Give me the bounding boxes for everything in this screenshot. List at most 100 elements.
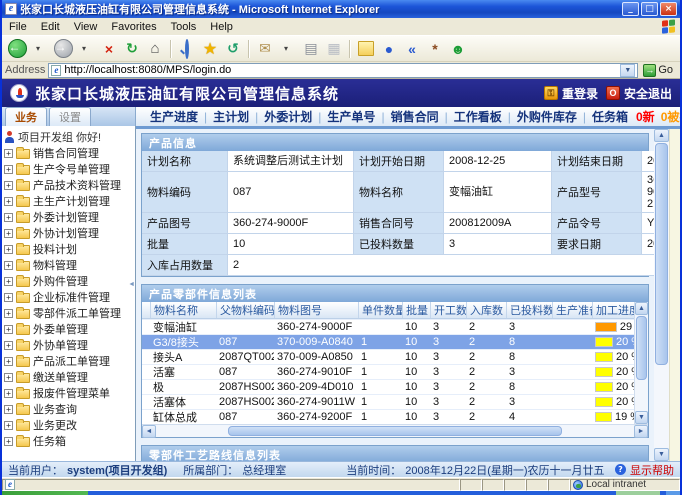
table-row[interactable]: 变幅油缸360-274-9000F1032329 %	[142, 319, 634, 334]
mail-icon[interactable]: ✉	[254, 39, 276, 59]
menu-help[interactable]: Help	[203, 21, 240, 33]
mail-dropdown-icon[interactable]: ▾	[277, 39, 299, 59]
edit-icon[interactable]: ▦	[323, 39, 345, 59]
home-icon[interactable]: ⌂	[144, 39, 166, 59]
scroll-down-icon[interactable]: ▼	[635, 411, 648, 424]
sidebar-item[interactable]: +任务箱	[2, 433, 135, 449]
nav-item-7[interactable]: 外购件库存	[517, 108, 577, 125]
sidebar-item[interactable]: +外委计划管理	[2, 209, 135, 225]
scroll-up-icon[interactable]: ▲	[635, 302, 648, 315]
sidebar-item[interactable]: +投料计划	[2, 241, 135, 257]
sidebar-item[interactable]: +业务更改	[2, 417, 135, 433]
table-row[interactable]: 活塞体2087HS002360-274-9011W11032320 %	[142, 394, 634, 409]
taskbar-item[interactable]	[616, 491, 660, 495]
menu-edit[interactable]: Edit	[34, 21, 67, 33]
sidebar-item[interactable]: +外协单管理	[2, 337, 135, 353]
column-header[interactable]: 批量	[402, 302, 430, 318]
history-icon[interactable]: ↺	[222, 39, 244, 59]
expand-icon[interactable]: +	[4, 389, 13, 398]
logout-button[interactable]: O 安全退出	[606, 85, 672, 102]
sidebar-item[interactable]: +生产令号单管理	[2, 161, 135, 177]
close-button[interactable]: ×	[660, 2, 677, 16]
column-header[interactable]: 已投料数	[506, 302, 552, 318]
sidebar-item[interactable]: +主生产计划管理	[2, 193, 135, 209]
nav-item-1[interactable]: 生产进度	[150, 108, 198, 125]
table-row[interactable]: 接头A2087QT002370-009-A085011032820 %	[142, 349, 634, 364]
scroll-right-icon[interactable]: ►	[634, 425, 648, 438]
sidebar-item[interactable]: +产品派工单管理	[2, 353, 135, 369]
sidebar-item[interactable]: +业务查询	[2, 401, 135, 417]
column-header[interactable]: 开工数	[430, 302, 466, 318]
scroll-up-icon[interactable]: ▲	[654, 129, 669, 142]
sidebar-item[interactable]: +外委单管理	[2, 321, 135, 337]
column-header[interactable]: 生产准备	[552, 302, 592, 318]
column-header[interactable]: 入库数	[466, 302, 506, 318]
address-dropdown-icon[interactable]: ▼	[620, 64, 635, 77]
expand-icon[interactable]: +	[4, 405, 13, 414]
back-dropdown-icon[interactable]: ▾	[29, 39, 51, 59]
nav-item-8[interactable]: 任务箱	[592, 108, 628, 125]
table-row[interactable]: 活塞087360-274-9010F11032320 %	[142, 364, 634, 379]
scroll-thumb[interactable]	[655, 143, 668, 365]
scroll-left-icon[interactable]: ◄	[142, 425, 156, 438]
table-row[interactable]: 极2087HS002360-209-4D01011032820 %	[142, 379, 634, 394]
scroll-thumb[interactable]	[228, 426, 563, 436]
expand-icon[interactable]: +	[4, 181, 13, 190]
taskbox-rejected-badge[interactable]: 0被拒绝	[661, 108, 680, 125]
table-row[interactable]: 缸体总成087360-274-9200F11032419 %	[142, 409, 634, 424]
sidebar-item[interactable]: +产品技术资料管理	[2, 177, 135, 193]
windows-taskbar[interactable]	[2, 491, 680, 495]
research-icon[interactable]: *	[424, 39, 446, 59]
expand-icon[interactable]: +	[4, 373, 13, 382]
parts-vertical-scrollbar[interactable]: ▲ ▼	[634, 302, 648, 424]
menu-view[interactable]: View	[67, 21, 105, 33]
expand-icon[interactable]: +	[4, 277, 13, 286]
taskbox-new-badge[interactable]: 0新	[636, 108, 655, 125]
expand-icon[interactable]: +	[4, 245, 13, 254]
column-header[interactable]: 单件数量	[358, 302, 402, 318]
start-button[interactable]	[2, 491, 88, 495]
column-header[interactable]: 父物料编码	[216, 302, 274, 318]
back-icon[interactable]: ←	[6, 39, 28, 59]
go-button[interactable]: → Go	[641, 62, 677, 78]
menu-tools[interactable]: Tools	[164, 21, 204, 33]
notes-icon[interactable]	[355, 39, 377, 59]
stop-icon[interactable]: ×	[98, 39, 120, 59]
expand-icon[interactable]: +	[4, 261, 13, 270]
forward-dropdown-icon[interactable]: ▾	[75, 39, 97, 59]
table-row[interactable]: G3/8接头087370-009-A084011032820 %	[142, 334, 634, 349]
scroll-down-icon[interactable]: ▼	[654, 448, 669, 461]
search-icon[interactable]	[176, 39, 198, 59]
expand-icon[interactable]: +	[4, 437, 13, 446]
sidebar-item[interactable]: +零部件派工单管理	[2, 305, 135, 321]
expand-icon[interactable]: +	[4, 309, 13, 318]
column-header[interactable]: 物料图号	[274, 302, 358, 318]
sidebar-item[interactable]: +外协计划管理	[2, 225, 135, 241]
tab-settings[interactable]: 设置	[49, 107, 91, 126]
column-header[interactable]: 物料名称	[150, 302, 216, 318]
nav-item-6[interactable]: 工作看板	[454, 108, 502, 125]
discuss-icon[interactable]: «	[401, 39, 423, 59]
expand-icon[interactable]: +	[4, 293, 13, 302]
web-icon[interactable]: ●	[378, 39, 400, 59]
nav-item-5[interactable]: 销售合同	[391, 108, 439, 125]
refresh-icon[interactable]: ↻	[121, 39, 143, 59]
sidebar-item[interactable]: +销售合同管理	[2, 145, 135, 161]
nav-item-2[interactable]: 主计划	[213, 108, 249, 125]
minimize-button[interactable]: _	[622, 2, 639, 16]
forward-icon[interactable]: →	[52, 39, 74, 59]
expand-icon[interactable]: +	[4, 325, 13, 334]
parts-horizontal-scrollbar[interactable]: ◄ ►	[142, 424, 648, 437]
print-icon[interactable]: ▤	[300, 39, 322, 59]
expand-icon[interactable]: +	[4, 149, 13, 158]
expand-icon[interactable]: +	[4, 341, 13, 350]
sidebar-item[interactable]: +缴送单管理	[2, 369, 135, 385]
expand-icon[interactable]: +	[4, 421, 13, 430]
sidebar-item[interactable]: +物料管理	[2, 257, 135, 273]
maximize-button[interactable]: □	[641, 2, 658, 16]
expand-icon[interactable]: +	[4, 197, 13, 206]
expand-icon[interactable]: +	[4, 165, 13, 174]
scroll-thumb[interactable]	[636, 316, 647, 380]
address-input[interactable]: e http://localhost:8080/MPS/login.do ▼	[48, 63, 638, 78]
expand-icon[interactable]: +	[4, 357, 13, 366]
